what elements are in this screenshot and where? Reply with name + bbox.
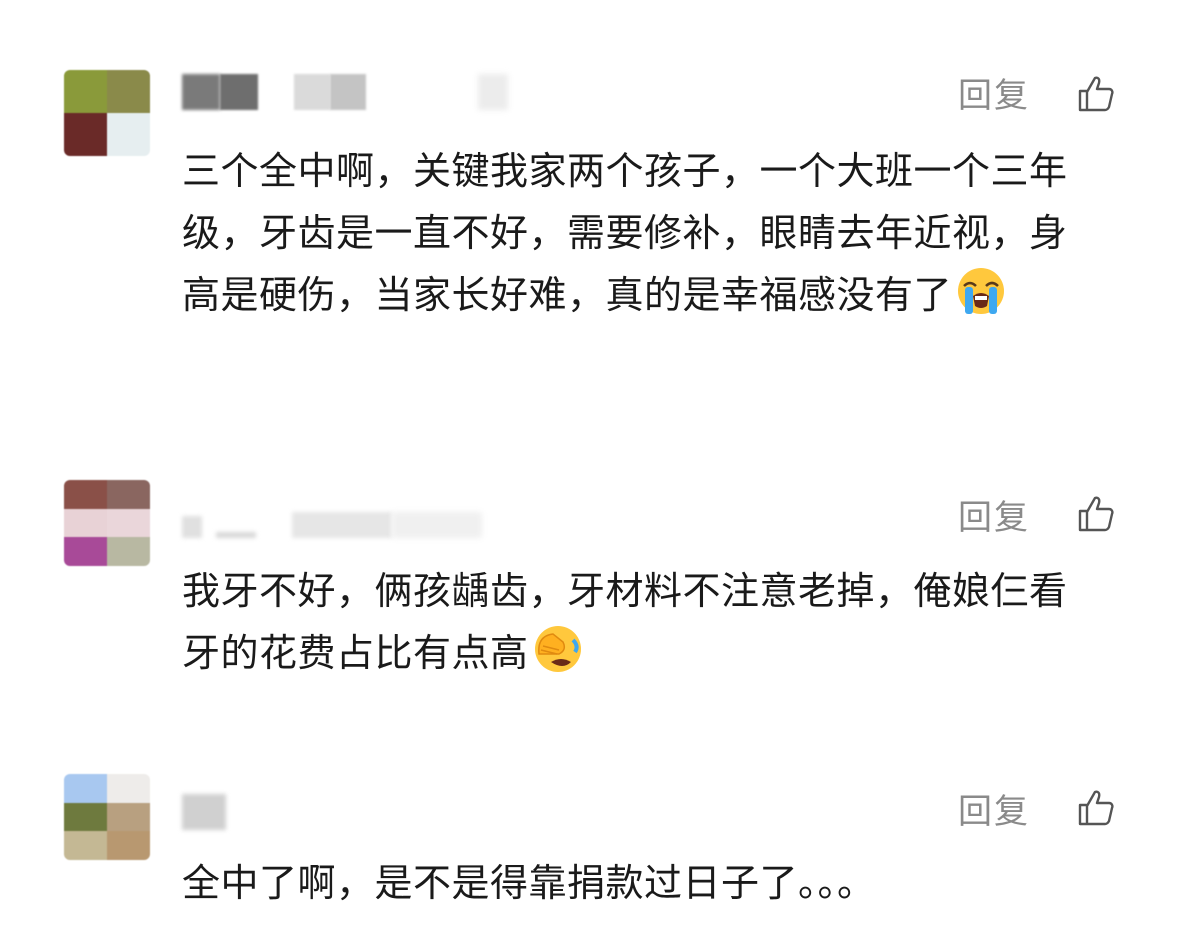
reply-button[interactable]: 回复: [958, 76, 1030, 116]
comment-text-body: 三个全中啊，关键我家两个孩子，一个大班一个三年级，牙齿是一直不好，需要修补，眼睛…: [182, 149, 1068, 317]
thumbs-up-icon[interactable]: [1076, 788, 1116, 828]
comment-item: 回复 三个全中啊，关键我家两个孩子，一个大班一个三年级，牙齿是一直不好，需要修补…: [0, 0, 1179, 420]
avatar[interactable]: [64, 774, 150, 860]
comment-text: 我牙不好，俩孩龋齿，牙材料不注意老掉，俺娘仨看牙的花费占比有点高: [182, 560, 1092, 684]
reply-button[interactable]: 回复: [958, 792, 1030, 832]
loudly-crying-face-emoji: [958, 268, 1005, 314]
comment-item: 回复 全中了啊，是不是得靠捐款过日子了。。。: [0, 740, 1179, 952]
comment-text: 全中了啊，是不是得靠捐款过日子了。。。: [182, 852, 1092, 914]
reply-button[interactable]: 回复: [958, 498, 1030, 538]
avatar[interactable]: [64, 70, 150, 156]
username-blurred[interactable]: [182, 506, 522, 546]
comment-text: 三个全中啊，关键我家两个孩子，一个大班一个三年级，牙齿是一直不好，需要修补，眼睛…: [182, 140, 1092, 326]
comment-item: 回复 我牙不好，俩孩龋齿，牙材料不注意老掉，俺娘仨看牙的花费占比有点高: [0, 420, 1179, 740]
username-blurred[interactable]: [182, 794, 522, 834]
avatar[interactable]: [64, 480, 150, 566]
thumbs-up-icon[interactable]: [1076, 494, 1116, 534]
face-palm-crying-emoji: [534, 626, 581, 672]
comment-text-body: 全中了啊，是不是得靠捐款过日子了。。。: [182, 861, 876, 905]
username-blurred[interactable]: [182, 74, 522, 114]
comment-text-body: 我牙不好，俩孩龋齿，牙材料不注意老掉，俺娘仨看牙的花费占比有点高: [182, 569, 1068, 675]
thumbs-up-icon[interactable]: [1076, 74, 1116, 114]
